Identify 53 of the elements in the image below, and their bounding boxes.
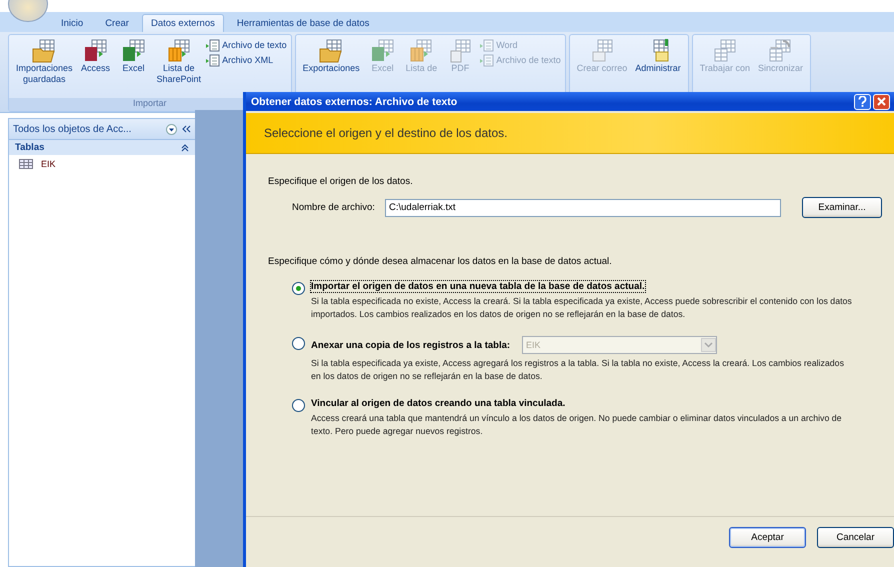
table-name[interactable]: EIK xyxy=(41,159,56,169)
ribbon-button[interactable]: Lista de SharePoint xyxy=(154,37,204,87)
ribbon-button[interactable]: Access xyxy=(78,37,114,76)
dialog-button[interactable]: Aceptar xyxy=(729,527,806,548)
browse-button[interactable]: Examinar... xyxy=(802,197,882,218)
table-icon xyxy=(166,39,192,63)
help-button[interactable] xyxy=(854,94,871,110)
ribbon-tab[interactable]: Herramientas de base de datos xyxy=(228,14,378,32)
banner-text: Seleccione el origen y el destino de los datos. xyxy=(264,126,508,140)
option-label[interactable]: Vincular al origen de datos creando una tabla vinculada. xyxy=(311,398,566,409)
document-icon xyxy=(206,54,220,67)
table-icon xyxy=(82,39,109,63)
folder-icon xyxy=(31,39,58,63)
table-icon xyxy=(767,39,794,63)
dropdown-icon xyxy=(701,338,716,352)
option-description: Si la tabla especificada no existe, Access la creará. Si la tabla especificada ya existe, Access puede sobrescribir el contenido con los datos importados. Los cambios realizados en los datos de origen no se reflejarán en la base de datos. xyxy=(311,295,853,321)
document-icon xyxy=(480,39,494,52)
document-icon xyxy=(480,54,494,67)
section-header[interactable]: Tablas xyxy=(9,140,195,155)
section-text: Especifique el origen de los datos. xyxy=(268,176,414,187)
option-description: Access creará una tabla que mantendrá un vínculo a los datos de origen. No puede cambiar o eliminar datos vinculados a un archivo de texto. Pero puede agregar nuevos registros. xyxy=(311,412,843,438)
folder-icon xyxy=(318,39,344,63)
chevron-up-icon xyxy=(181,144,189,152)
ribbon-button[interactable]: Importaciones guardadas xyxy=(13,37,76,87)
table-icon xyxy=(370,39,396,63)
ribbon-tab[interactable]: Inicio xyxy=(52,14,92,32)
ribbon-button[interactable]: Exportaciones xyxy=(300,37,363,76)
dropdown-icon[interactable] xyxy=(166,124,177,134)
section-text: Especifique cómo y dónde desea almacenar los datos en la base de datos actual. xyxy=(268,256,613,267)
ribbon-small-button[interactable]: Archivo XML xyxy=(206,54,287,67)
ribbon-button[interactable]: Excel xyxy=(116,37,152,76)
document-icon xyxy=(206,39,220,52)
ribbon-tab[interactable]: Crear xyxy=(96,14,138,32)
help-icon xyxy=(858,96,867,107)
collapse-icon[interactable] xyxy=(181,124,191,134)
table-icon xyxy=(19,159,33,169)
option-description: Si la tabla especificada ya existe, Access agregará los registros a la tabla. Si la tabla no existe, Access la creará. Los cambios realizados en los datos de origen no se reflejarán en la base de datos. xyxy=(311,357,845,383)
option-label[interactable]: Importar el origen de datos en una nueva tabla de la base de datos actual. xyxy=(311,281,645,292)
table-icon xyxy=(120,39,147,63)
table-icon xyxy=(712,39,738,63)
radio-button[interactable] xyxy=(292,282,305,295)
ribbon-button[interactable]: Administrar xyxy=(632,37,684,76)
field-label: Nombre de archivo: xyxy=(292,202,376,213)
table-icon xyxy=(408,39,434,63)
ribbon-tab[interactable]: Datos externos xyxy=(142,14,224,32)
close-icon xyxy=(877,97,886,106)
option-label[interactable]: Anexar una copia de los registros a la tabla: xyxy=(311,340,510,350)
radio-button[interactable] xyxy=(292,337,305,350)
file-name-field[interactable]: C:\udalerriak.txt xyxy=(385,198,781,216)
dialog-button[interactable]: Cancelar xyxy=(817,527,894,548)
radio-button[interactable] xyxy=(292,399,305,412)
close-button[interactable] xyxy=(873,94,890,110)
ribbon-small-button[interactable]: Archivo de texto xyxy=(206,39,287,52)
